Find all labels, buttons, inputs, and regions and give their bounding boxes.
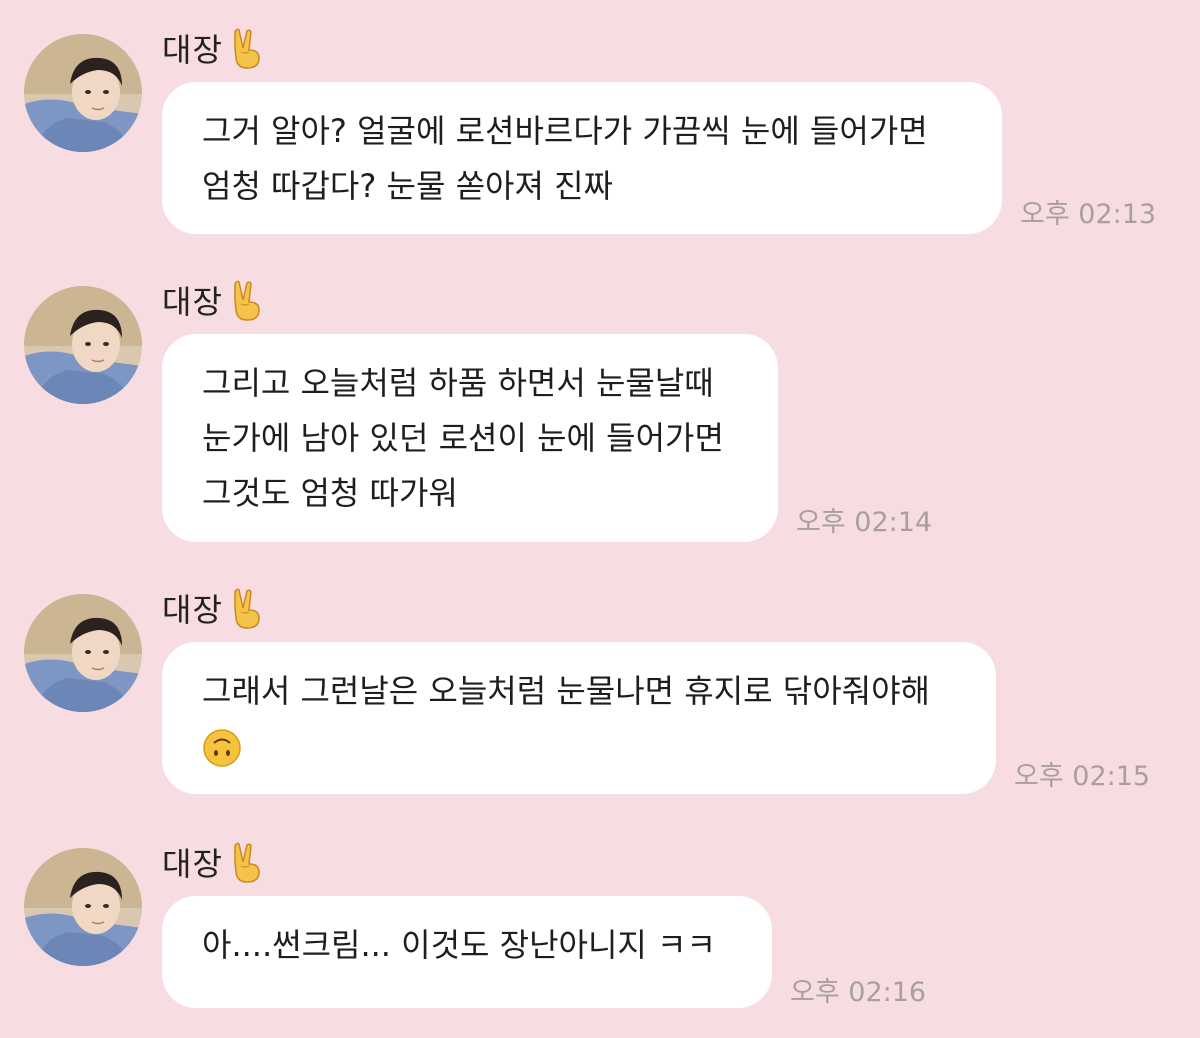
message-time: 오후 02:16 [790,977,927,1008]
sender-name-text: 대장 [162,283,223,321]
victory-hand-icon [229,842,267,884]
victory-hand-icon [229,588,267,630]
sender-name-text: 대장 [162,31,223,69]
message-emoji-line [202,719,956,774]
sender-name: 대장 [162,280,267,324]
victory-hand-icon [229,28,267,70]
message-time: 오후 02:14 [796,507,933,538]
message-bubble[interactable]: 아....썬크림... 이것도 장난아니지 ㅋㅋ [162,896,772,1008]
message-line: 눈가에 남아 있던 로션이 눈에 들어가면 [202,419,724,457]
avatar[interactable] [24,286,142,404]
sender-name: 대장 [162,28,267,72]
avatar[interactable] [24,848,142,966]
message-bubble[interactable]: 그거 알아? 얼굴에 로션바르다가 가끔씩 눈에 들어가면 엄청 따갑다? 눈물… [162,82,1002,234]
message-time: 오후 02:13 [1020,199,1157,230]
sender-name: 대장 [162,588,267,632]
message-line: 아....썬크림... 이것도 장난아니지 ㅋㅋ [202,926,716,964]
avatar[interactable] [24,34,142,152]
victory-hand-icon [229,280,267,322]
upside-down-face-icon [202,728,242,768]
sender-name-text: 대장 [162,591,223,629]
message-line: 그리고 오늘처럼 하품 하면서 눈물날때 [202,364,714,402]
message-line: 그거 알아? 얼굴에 로션바르다가 가끔씩 눈에 들어가면 [202,112,928,150]
sender-name: 대장 [162,842,267,886]
message-line: 그래서 그런날은 오늘처럼 눈물나면 휴지로 닦아줘야해 [202,672,930,710]
message-bubble[interactable]: 그리고 오늘처럼 하품 하면서 눈물날때 눈가에 남아 있던 로션이 눈에 들어… [162,334,778,542]
message-bubble[interactable]: 그래서 그런날은 오늘처럼 눈물나면 휴지로 닦아줘야해 [162,642,996,794]
sender-name-text: 대장 [162,845,223,883]
avatar[interactable] [24,594,142,712]
message-line: 엄청 따갑다? 눈물 쏟아져 진짜 [202,167,613,205]
message-time: 오후 02:15 [1014,761,1151,792]
message-line: 그것도 엄청 따가워 [202,474,458,512]
